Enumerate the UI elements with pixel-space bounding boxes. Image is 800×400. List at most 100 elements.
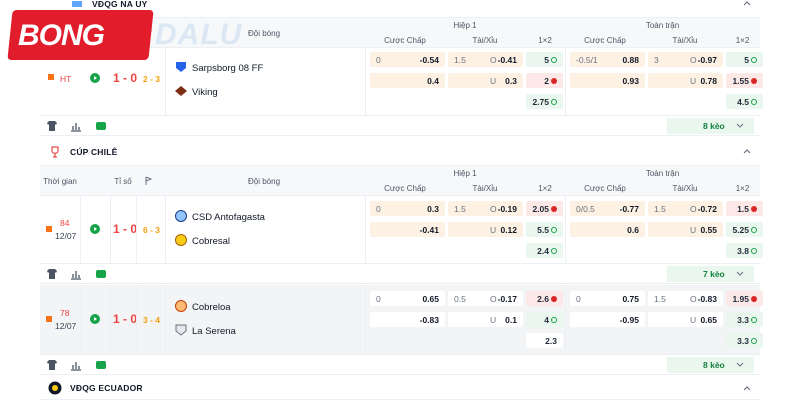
odds-1x2[interactable]: 2	[526, 73, 563, 88]
odds-handicap-full[interactable]: 0/0.5 -0.77	[570, 201, 645, 216]
column-header-2: Thời gian Tỉ số Đội bóng Hiệp 1 Toàn trậ…	[40, 166, 760, 196]
odds-1x2-full[interactable]: 5	[726, 52, 763, 67]
odds-1x2[interactable]: 5	[526, 52, 563, 67]
odds-1x2[interactable]: 4	[526, 312, 563, 327]
chevron-up-icon[interactable]	[742, 383, 752, 393]
corner-score: 3 - 4	[143, 315, 161, 325]
chevron-down-icon	[736, 362, 744, 367]
odds-handicap[interactable]: -0.41	[370, 222, 445, 237]
cup-icon	[48, 145, 62, 159]
corner-icon	[140, 166, 156, 196]
odds-handicap-full[interactable]: -0.5/1 0.88	[570, 52, 645, 67]
odds-1x2-full[interactable]: 1.55	[726, 73, 763, 88]
up-icon	[751, 98, 757, 105]
odds-handicap[interactable]: -0.83	[370, 312, 445, 327]
odds-ou-full[interactable]: U 0.55	[648, 222, 723, 237]
odds-handicap[interactable]: 0 -0.54	[370, 52, 445, 67]
odds-1x2-full[interactable]: 1.95	[726, 291, 763, 306]
match-row[interactable]: 78 12/07 1 - 0 3 - 4 Cobreloa La Serena …	[40, 285, 763, 355]
league-header-chile[interactable]: CÚP CHILÊ	[40, 138, 760, 166]
shirt-icon[interactable]	[46, 120, 58, 132]
odds-handicap-full[interactable]: -0.95	[570, 312, 645, 327]
odds-ou[interactable]: U 0.1	[448, 312, 523, 327]
more-odds-button[interactable]: 7 kèo	[667, 266, 754, 282]
odds-ou-full[interactable]: U 0.78	[648, 73, 723, 88]
match-score: 1 - 0	[113, 71, 138, 85]
odds-handicap[interactable]: 0 0.65	[370, 291, 445, 306]
more-odds-button[interactable]: 8 kèo	[667, 357, 754, 373]
stats-icon[interactable]	[70, 359, 82, 371]
odds-1x2-full[interactable]: 4.5	[726, 94, 763, 109]
header-half: Hiệp 1	[453, 169, 477, 178]
odds-1x2-full[interactable]: 5.25	[726, 222, 763, 237]
odds-1x2[interactable]: 2.3	[526, 333, 563, 348]
odds-1x2[interactable]: 2.05	[526, 201, 563, 216]
odds-ou[interactable]: 0.5 O -0.17	[448, 291, 523, 306]
odds-1x2[interactable]: 2.4	[526, 243, 563, 258]
odds-ou[interactable]: 1.5 O -0.41	[448, 52, 523, 67]
odds-1x2-full[interactable]: 3.8	[726, 243, 763, 258]
play-icon[interactable]	[90, 314, 100, 324]
odds-1x2-full[interactable]: 1.5	[726, 201, 763, 216]
tv-icon[interactable]	[95, 268, 107, 280]
odds-ou[interactable]: 1.5 O -0.19	[448, 201, 523, 216]
play-icon[interactable]	[90, 73, 100, 83]
home-team[interactable]: Sarpsborg 08 FF	[192, 63, 263, 74]
more-odds-button[interactable]: 8 kèo	[667, 118, 754, 134]
odds-1x2[interactable]: 5.5	[526, 222, 563, 237]
away-team[interactable]: La Serena	[192, 326, 236, 337]
odds-ou-full[interactable]: 3 O -0.97	[648, 52, 723, 67]
odds-ou[interactable]: U 0.12	[448, 222, 523, 237]
header-handicap-full: Cược Chấp	[584, 36, 626, 45]
odds-1x2-full[interactable]: 3.3	[726, 333, 763, 348]
match-row[interactable]: 84 12/07 1 - 0 6 - 3 CSD Antofagasta Cob…	[40, 196, 763, 264]
odds-handicap[interactable]: 0.4	[370, 73, 445, 88]
away-team[interactable]: Viking	[192, 87, 218, 98]
shirt-icon[interactable]	[46, 359, 58, 371]
down-icon	[551, 205, 557, 212]
down-icon	[751, 205, 757, 212]
shirt-icon[interactable]	[46, 268, 58, 280]
odds-handicap-full[interactable]: 0.93	[570, 73, 645, 88]
odds-handicap[interactable]: 0 0.3	[370, 201, 445, 216]
team-logo-icon	[175, 86, 187, 96]
team-logo-icon	[175, 61, 187, 73]
up-icon	[751, 247, 757, 254]
header-1x2: 1×2	[538, 36, 552, 45]
odds-ou-full[interactable]: U 0.65	[648, 312, 723, 327]
up-icon	[551, 247, 557, 254]
live-icon	[48, 74, 54, 80]
up-icon	[751, 316, 757, 323]
home-team[interactable]: CSD Antofagasta	[192, 212, 265, 223]
odds-handicap-full[interactable]: 0 0.75	[570, 291, 645, 306]
away-team[interactable]: Cobresal	[192, 236, 230, 247]
league-logo-icon	[48, 381, 62, 395]
odds-1x2-full[interactable]: 3.3	[726, 312, 763, 327]
header-score: Tỉ số	[114, 176, 132, 186]
odds-ou-full[interactable]: 1.5 O -0.72	[648, 201, 723, 216]
up-icon	[551, 316, 557, 323]
home-team[interactable]: Cobreloa	[192, 302, 231, 313]
match-row[interactable]: HT 1 - 0 2 - 3 Sarpsborg 08 FF Viking 0-…	[40, 48, 763, 116]
stats-icon[interactable]	[70, 120, 82, 132]
odds-ou-full[interactable]: 1.5 O -0.83	[648, 291, 723, 306]
league-name: VĐQG NA UY	[92, 0, 148, 9]
down-icon	[751, 295, 757, 302]
league-name: CÚP CHILÊ	[70, 146, 118, 157]
odds-1x2[interactable]: 2.6	[526, 291, 563, 306]
up-icon	[751, 226, 757, 233]
stats-icon[interactable]	[70, 268, 82, 280]
chevron-up-icon[interactable]	[742, 0, 752, 8]
odds-handicap-full[interactable]: 0.6	[570, 222, 645, 237]
tv-icon[interactable]	[95, 120, 107, 132]
tv-icon[interactable]	[95, 359, 107, 371]
play-icon[interactable]	[90, 224, 100, 234]
league-header-ecuador[interactable]: VĐQG ECUADOR	[40, 376, 760, 400]
header-handicap-full: Cược Chấp	[584, 184, 626, 193]
match-score: 1 - 0	[113, 222, 138, 236]
odds-1x2[interactable]: 2.75	[526, 94, 563, 109]
chevron-up-icon[interactable]	[742, 146, 752, 156]
live-icon	[46, 226, 52, 232]
odds-ou[interactable]: U 0.3	[448, 73, 523, 88]
down-icon	[751, 77, 757, 84]
